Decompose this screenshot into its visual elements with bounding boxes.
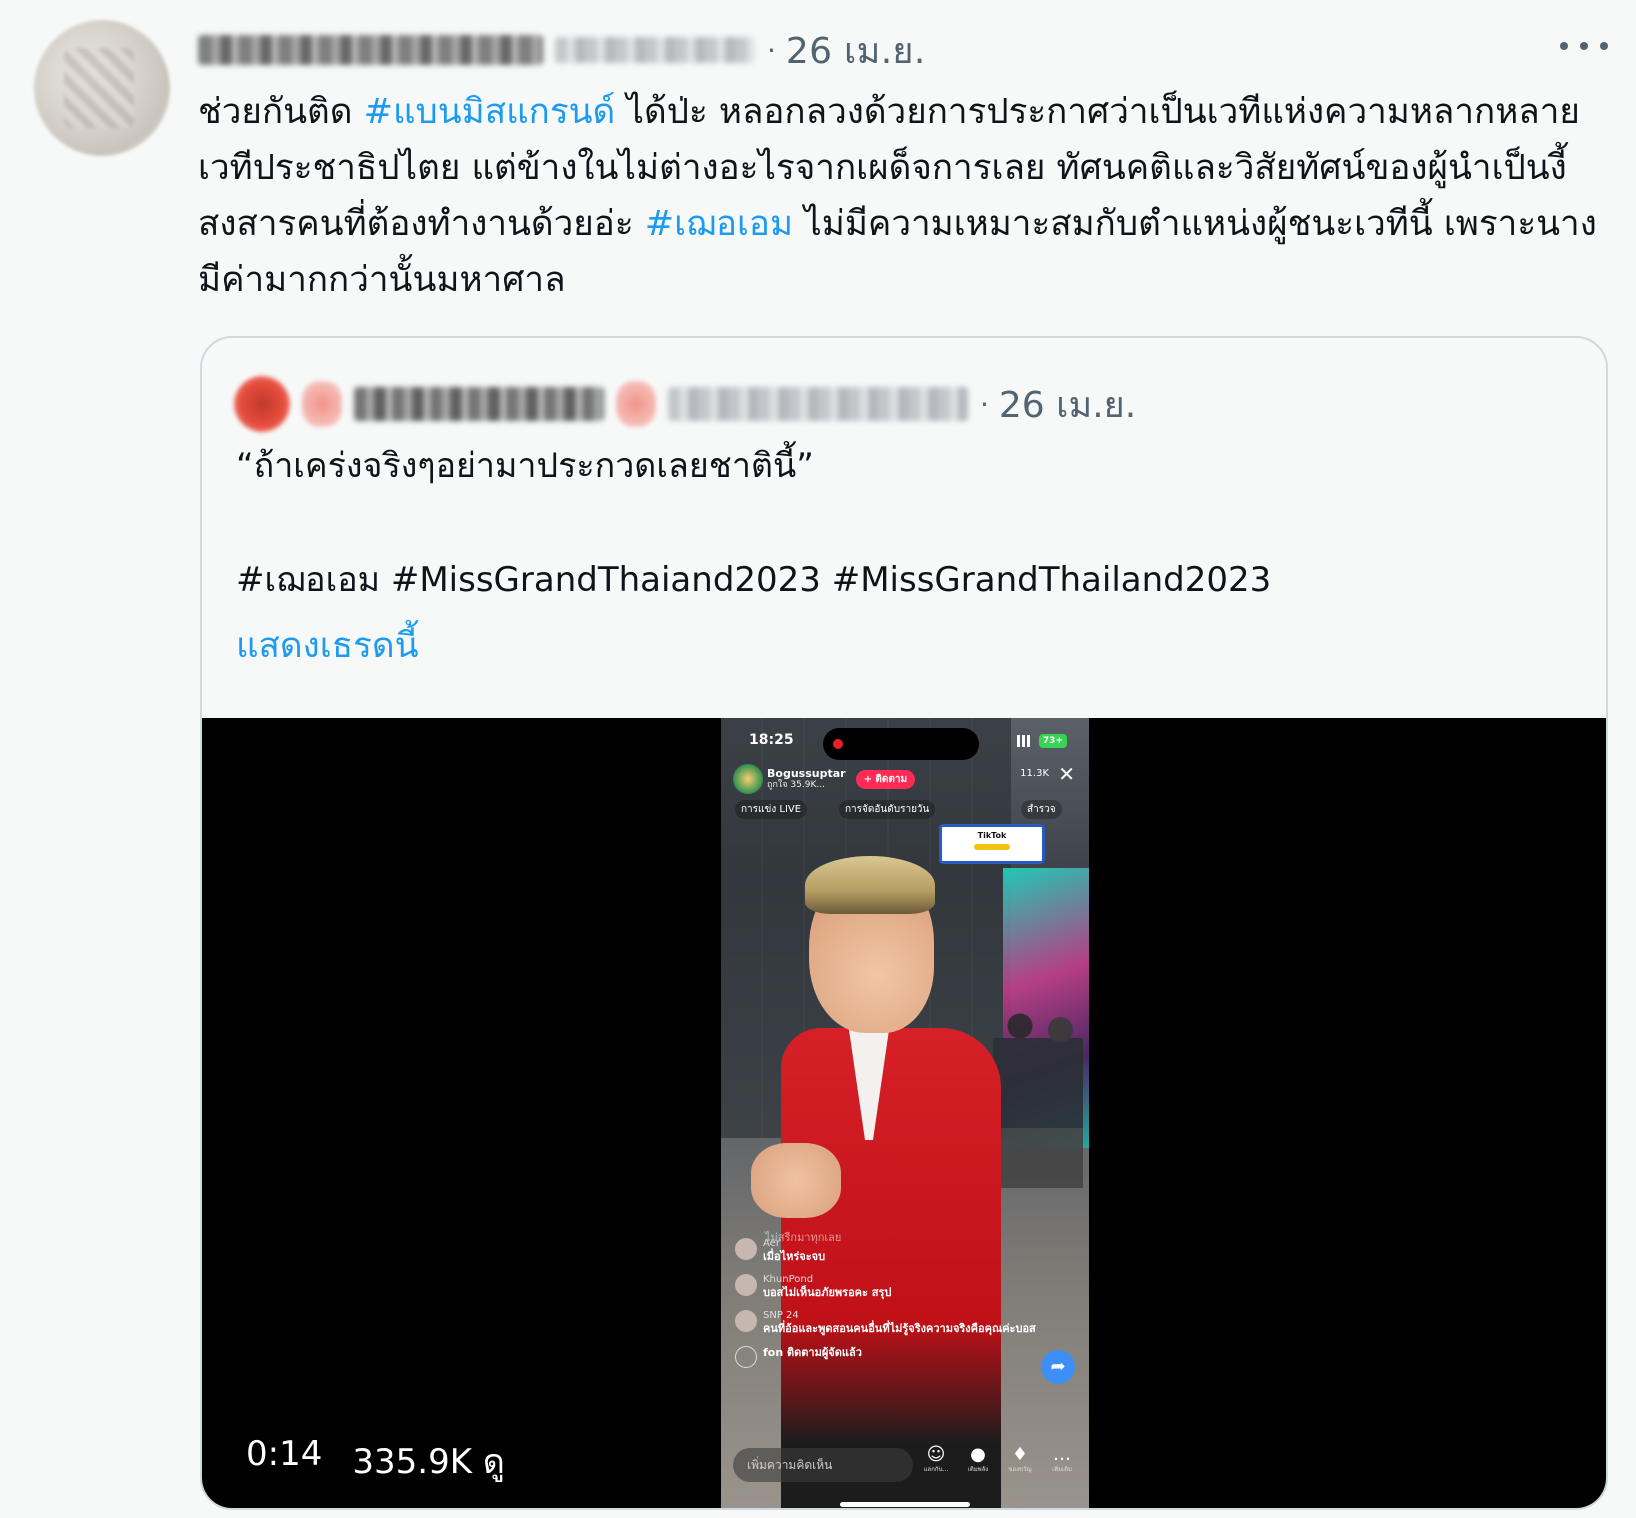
home-indicator [840,1502,970,1507]
signal-icon [1016,735,1033,747]
separator-dot: · [767,33,776,67]
live-comment: fon ติดตามผู้จัดแล้ว [735,1346,1075,1368]
viewer-count: 11.3K [1020,768,1049,779]
coin-icon: ● เติมพลัง [963,1444,993,1474]
live-comment: Aer เมื่อไหร่จะจบ [735,1238,1075,1264]
tweet-text-part: ช่วยกันติด [198,92,364,132]
more-icon: … เพิ่มเติม [1047,1444,1077,1474]
host-likes: ถูกใจ 35.9K... [767,780,825,790]
live-comment: KhunPond บอสไม่เห็นอภัยพรอคะ สรุป [735,1274,1075,1300]
tweet-date[interactable]: 26 เม.ย. [786,22,926,79]
phone-status-icons: 73+ [995,734,1067,748]
comment-text: คนที่อ้อและพูดสอนคนอื่นที่ไม่รู้จริงความ… [763,1322,1036,1335]
quoted-author-avatar[interactable] [234,376,290,432]
tweet[interactable]: · 26 เม.ย. ช่วยกันติด #แบนมิสแกรนด์ ได้ป… [0,0,1636,1518]
commenter-avatar [735,1310,757,1332]
banner-button-shape [974,844,1010,850]
battery-icon: 73+ [1038,734,1067,748]
live-comments: Aer เมื่อไหร่จะจบ KhunPond บอสไม่เห็นอภั… [735,1238,1075,1378]
video-frame-phone-screen: 18:25 73+ Bogussuptar ถูกใจ 35.9K... + ต… [721,718,1089,1508]
video-stats: 0:14 335.9K ดู [246,1434,505,1488]
quoted-tweet-text: “ถ้าเคร่งจริงๆอย่ามาประกวดเลยชาตินี้” [236,446,814,486]
person-hair [805,856,935,914]
author-avatar[interactable] [34,20,170,156]
quoted-tweet[interactable]: · 26 เม.ย. “ถ้าเคร่งจริงๆอย่ามาประกวดเลย… [200,336,1608,1510]
background-crowd [993,1008,1083,1188]
author-name-blurred[interactable] [198,35,543,65]
comment-text: fon ติดตามผู้จัดแล้ว [763,1346,862,1359]
video-duration: 0:14 [246,1434,323,1474]
quoted-tweet-date[interactable]: 26 เม.ย. [999,376,1136,433]
tweet-header: · 26 เม.ย. [198,24,926,76]
tool-label: เพิ่มเติม [1052,1466,1072,1473]
tool-label: เติมพลัง [967,1466,989,1473]
hashtag-link[interactable]: #เฌอเอม [645,204,793,244]
ranking-chip: การจัดอันดับรายวัน [839,800,936,819]
close-icon: ✕ [1058,762,1075,786]
live-chip: การแข่ง LIVE [735,800,808,819]
user-icon [735,1346,757,1368]
live-toolbar: ☺ แลกกัน... ● เติมพลัง ♦ ของขวัญ … เพิ่มเติม [921,1444,1077,1474]
share-icon: ➦ [1041,1350,1075,1384]
commenter-avatar [735,1274,757,1296]
person-hands [751,1143,841,1218]
phone-clock: 18:25 [749,732,794,748]
hashtag-link[interactable]: #แบนมิสแกรนด์ [364,92,616,132]
tool-label: ของขวัญ [1008,1466,1032,1473]
tiktok-banner-label: TikTok [977,831,1007,840]
emoji-blurred [302,381,342,427]
commenter-name: SNP 24 [763,1310,799,1321]
emoji-blurred [616,381,656,427]
quoted-author-handle-blurred[interactable] [668,387,968,421]
comment-text: เมื่อไหร่จะจบ [763,1250,826,1263]
author-handle-blurred[interactable] [555,37,755,63]
more-horizontal-icon[interactable] [1560,34,1608,58]
people-icon: ☺ แลกกัน... [921,1444,951,1474]
tweet-text: ช่วยกันติด #แบนมิสแกรนด์ ได้ป่ะ หลอกลวงด… [198,84,1618,308]
gift-icon: ♦ ของขวัญ [1005,1444,1035,1474]
host-avatar [733,764,763,794]
commenter-avatar [735,1238,757,1260]
comment-text: บอสไม่เห็นอภัยพรอคะ สรุป [763,1286,892,1299]
quoted-author-name-blurred[interactable] [354,387,604,421]
tiktok-banner: TikTok [939,824,1045,864]
video-view-count: 335.9K ดู [352,1442,505,1482]
live-comment: SNP 24 คนที่อ้อและพูดสอนคนอื่นที่ไม่รู้จ… [735,1310,1075,1336]
live-host-info: Bogussuptar ถูกใจ 35.9K... + ติดตาม [733,764,916,794]
separator-dot: · [980,387,989,421]
explore-chip: สำรวจ [1021,800,1062,819]
quoted-tweet-hashtags: #เฌอเอม #MissGrandThaiand2023 #MissGrand… [236,560,1272,600]
quoted-tweet-header: · 26 เม.ย. [234,372,1136,436]
dynamic-island [823,728,979,760]
commenter-name: Aer [763,1238,780,1249]
video-player[interactable]: 18:25 73+ Bogussuptar ถูกใจ 35.9K... + ต… [202,718,1606,1508]
host-name: Bogussuptar [767,767,846,780]
tool-label: แลกกัน... [923,1466,949,1473]
show-thread-link[interactable]: แสดงเธรดนี้ [236,618,419,674]
commenter-name: KhunPond [763,1274,814,1285]
comment-input: เพิ่มความคิดเห็น [733,1448,913,1482]
follow-badge: + ติดตาม [855,769,916,789]
